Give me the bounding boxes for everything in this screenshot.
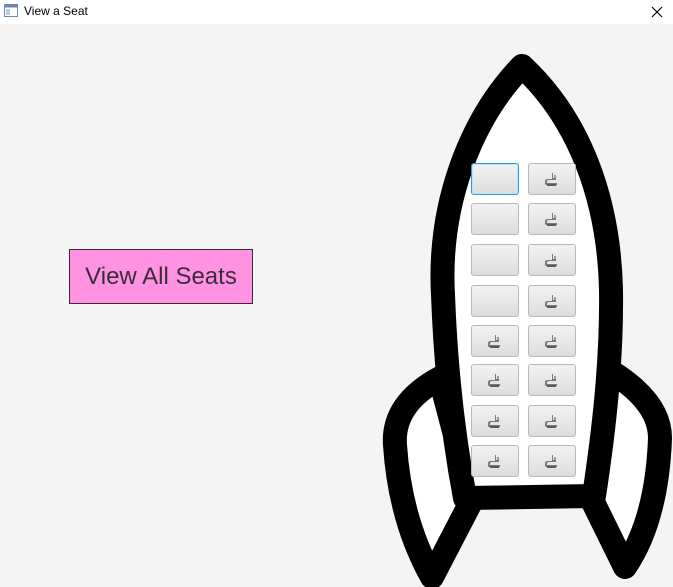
view-all-seats-button[interactable]: View All Seats [69, 249, 253, 304]
seat-button-row7-right[interactable] [528, 405, 576, 437]
seat-button-row8-right[interactable] [528, 445, 576, 477]
close-button[interactable] [641, 0, 673, 24]
title-bar: View a Seat [0, 0, 673, 24]
seat-icon [545, 335, 557, 348]
seat-icon [488, 455, 500, 468]
seat-button-row7-left[interactable] [471, 405, 519, 437]
seat-button-row8-left[interactable] [471, 445, 519, 477]
close-icon [651, 6, 663, 18]
seat-button-row3-left[interactable] [471, 244, 519, 276]
seat-icon [545, 415, 557, 428]
window-app-icon [4, 4, 18, 17]
seat-button-row5-left[interactable] [471, 325, 519, 357]
seat-button-row3-right[interactable] [528, 244, 576, 276]
seat-icon [545, 213, 557, 226]
seat-button-row1-left[interactable] [471, 163, 519, 195]
seat-icon [488, 374, 500, 387]
seat-button-row2-right[interactable] [528, 203, 576, 235]
seat-icon [545, 173, 557, 186]
seat-button-row6-left[interactable] [471, 364, 519, 396]
seat-button-row5-right[interactable] [528, 325, 576, 357]
seat-icon [488, 335, 500, 348]
seat-button-row1-right[interactable] [528, 163, 576, 195]
seat-icon [545, 374, 557, 387]
window-title: View a Seat [24, 4, 88, 18]
seat-button-row4-right[interactable] [528, 285, 576, 317]
seat-button-row4-left[interactable] [471, 285, 519, 317]
seat-button-row2-left[interactable] [471, 203, 519, 235]
seat-icon [488, 415, 500, 428]
seat-button-row6-right[interactable] [528, 364, 576, 396]
seat-icon [545, 254, 557, 267]
seat-icon [545, 295, 557, 308]
seat-icon [545, 455, 557, 468]
